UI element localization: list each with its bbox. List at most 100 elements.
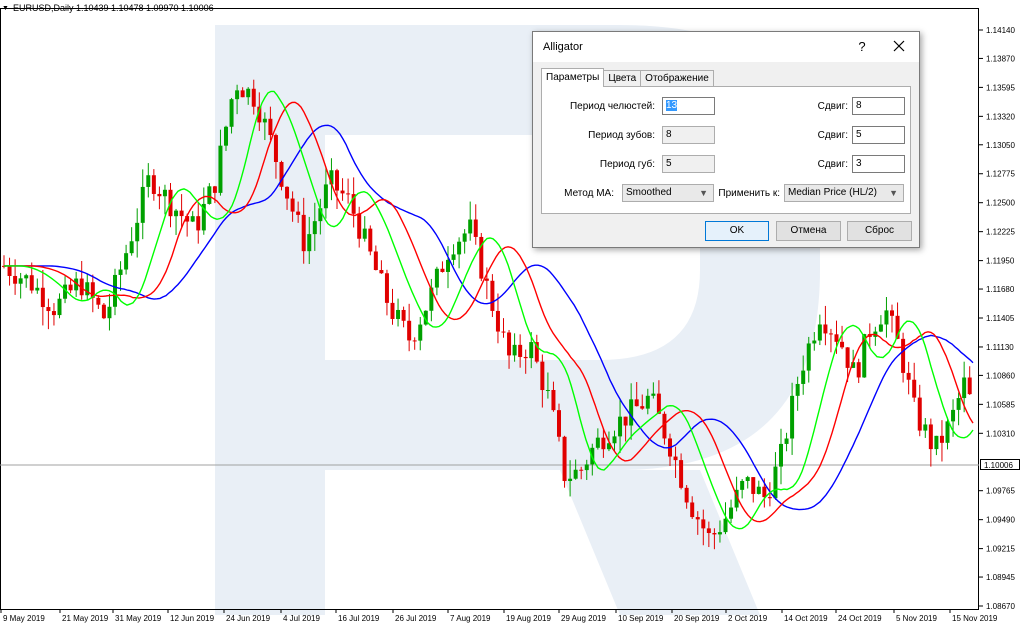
- price-label: 1.09765: [986, 487, 1015, 496]
- date-label: 15 Nov 2019: [952, 614, 998, 623]
- candle-body: [490, 280, 495, 311]
- candle-body: [507, 332, 512, 356]
- candle-body: [362, 228, 367, 239]
- candle-body: [307, 234, 312, 252]
- lips-period-input[interactable]: 5: [662, 155, 715, 173]
- jaw-shift-input[interactable]: 8: [852, 97, 905, 115]
- close-icon[interactable]: [889, 36, 909, 56]
- candle-body: [773, 466, 778, 499]
- candle-body: [340, 190, 345, 194]
- candle-body: [712, 533, 717, 535]
- price-axis: 1.14140 1.13870 1.13595 1.13320 1.13050 1.127…: [979, 26, 1015, 611]
- jaw-period-label: Период челюстей:: [569, 101, 655, 112]
- ok-button[interactable]: OK: [705, 221, 769, 241]
- candle-body: [806, 343, 811, 371]
- ma-method-select[interactable]: Smoothed ▼: [622, 184, 714, 202]
- candle-body: [612, 436, 617, 444]
- candle-body: [440, 268, 445, 272]
- candle-body: [346, 193, 351, 195]
- candle-body: [379, 270, 384, 274]
- candle-body: [884, 310, 889, 325]
- candle-body: [629, 399, 634, 426]
- tab-colors[interactable]: Цвета: [603, 70, 642, 87]
- cancel-button[interactable]: Отмена: [776, 221, 841, 241]
- candle-body: [118, 269, 123, 275]
- reset-button[interactable]: Сброс: [847, 221, 912, 241]
- candle-body: [962, 377, 967, 399]
- candle-body: [557, 410, 561, 437]
- candle-body: [407, 320, 412, 341]
- price-label: 1.13320: [986, 112, 1015, 121]
- candle-body: [157, 193, 162, 197]
- candle-body: [928, 424, 933, 450]
- candle-body: [779, 443, 783, 467]
- candle-body: [529, 342, 534, 359]
- apply-to-select[interactable]: Median Price (HL/2) ▼: [784, 184, 904, 202]
- candle-body: [323, 184, 328, 209]
- dialog-titlebar[interactable]: Alligator ?: [533, 32, 919, 62]
- symbol-title: ▼ EURUSD,Daily 1.10439 1.10478 1.09970 1…: [2, 3, 214, 13]
- candle-body: [473, 219, 478, 237]
- candle-body: [468, 219, 473, 234]
- candle-body: [296, 211, 301, 215]
- candle-body: [840, 341, 845, 348]
- alligator-dialog[interactable]: Alligator ? Параметры Цвета Отображение …: [532, 31, 920, 248]
- candle-body: [912, 379, 917, 398]
- date-label: 12 Jun 2019: [170, 614, 215, 623]
- candle-body: [684, 487, 689, 503]
- candle-body: [40, 287, 45, 308]
- current-price-tag: 1.10006: [980, 459, 1020, 470]
- teeth-period-label: Период зубов:: [588, 130, 655, 141]
- candle-body: [706, 528, 711, 534]
- candle-body: [701, 519, 706, 529]
- candle-body: [35, 287, 40, 291]
- candle-body: [384, 273, 389, 303]
- candle-body: [495, 310, 500, 332]
- price-label: 1.10585: [986, 400, 1015, 409]
- candle-body: [501, 331, 506, 333]
- lips-shift-input[interactable]: 3: [852, 155, 905, 173]
- teeth-shift-input[interactable]: 5: [852, 126, 905, 144]
- candle-body: [29, 275, 34, 291]
- lips-period-label: Период губ:: [599, 159, 655, 170]
- date-label: 7 Aug 2019: [450, 614, 491, 623]
- time-axis: 9 May 2019 21 May 2019 31 May 2019 12 Jun 2…: [0, 609, 998, 623]
- candle-body: [390, 302, 395, 319]
- candle-body: [934, 435, 939, 450]
- ma-method-label: Метод MA:: [564, 188, 614, 199]
- help-button[interactable]: ?: [855, 39, 869, 54]
- candle-body: [251, 88, 256, 107]
- dialog-title: Alligator: [543, 41, 583, 53]
- candle-body: [273, 135, 278, 163]
- date-label: 29 Aug 2019: [561, 614, 606, 623]
- candle-body: [140, 186, 145, 223]
- jaw-period-input[interactable]: 13: [662, 97, 715, 115]
- candle-body: [235, 90, 240, 100]
- candle-body: [312, 221, 317, 235]
- tab-parameters[interactable]: Параметры: [541, 68, 605, 87]
- candle-body: [917, 397, 922, 431]
- candle-body: [729, 507, 734, 519]
- candle-body: [124, 253, 129, 270]
- date-label: 26 Jul 2019: [395, 614, 437, 623]
- candle-body: [268, 118, 273, 136]
- candle-body: [96, 297, 101, 305]
- candle-body: [7, 266, 12, 276]
- price-label: 1.13050: [986, 141, 1015, 150]
- date-label: 24 Oct 2019: [838, 614, 882, 623]
- candle-body: [484, 278, 489, 281]
- tab-display[interactable]: Отображение: [640, 70, 714, 87]
- candle-body: [579, 469, 584, 471]
- candle-body: [373, 251, 378, 271]
- candle-body: [790, 395, 795, 439]
- candle-body: [784, 438, 789, 444]
- price-label: 1.11405: [986, 314, 1015, 323]
- price-label: 1.12500: [986, 199, 1015, 208]
- teeth-shift-label: Сдвиг:: [817, 130, 848, 141]
- candle-body: [290, 198, 295, 212]
- candle-body: [229, 99, 234, 127]
- triangle-down-icon: ▼: [2, 4, 9, 12]
- price-label: 1.11130: [986, 343, 1014, 352]
- candle-body: [179, 210, 184, 217]
- teeth-period-input[interactable]: 8: [662, 126, 715, 144]
